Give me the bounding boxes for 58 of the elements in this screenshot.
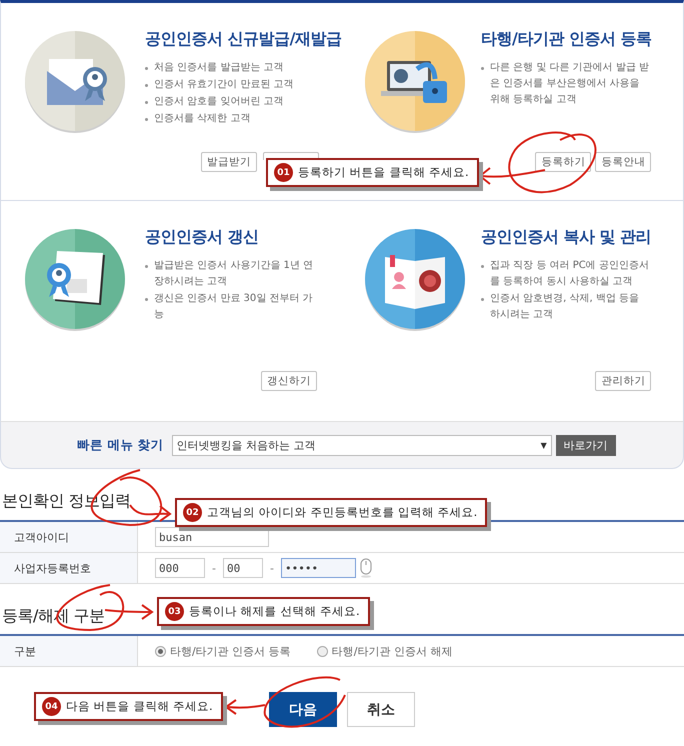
callout-text: 고객님의 아이디와 주민등록번호를 입력해 주세요. (207, 505, 478, 520)
separator-text: - (211, 562, 217, 574)
step-number: 02 (183, 503, 202, 522)
field-label: 고객아이디 (14, 530, 69, 544)
bullet-icon (145, 84, 148, 87)
bullet-text: 발급받은 인증서 사용기간을 1년 연장하시려는 고객 (154, 259, 314, 289)
bullet-text: 갱신은 인증서 만료 30일 전부터 가능 (154, 292, 314, 322)
separator-text: - (268, 562, 275, 574)
go-button[interactable]: 바로가기 (556, 434, 616, 456)
step-number: 03 (165, 602, 184, 621)
card-title: 공인인증서 신규발급/재발급 (145, 29, 342, 50)
bullet-icon (145, 101, 148, 104)
bullet-text: 처음 인증서를 발급받는 고객 (154, 61, 284, 75)
step-number: 01 (274, 163, 293, 182)
field-label: 구분 (14, 644, 36, 658)
quick-menu-label: 빠른 메뉴 찾기 (77, 436, 164, 454)
card-button[interactable]: 등록안내 (595, 152, 652, 172)
number-input-field[interactable]: ••••• (280, 558, 356, 578)
radio-button[interactable] (316, 646, 328, 656)
radio-button[interactable] (155, 646, 166, 656)
card-title: 타행/타기관 인증서 등록 (481, 29, 652, 50)
field-label: 사업자등록번호 (14, 560, 91, 576)
card-button[interactable]: 갱신하기 (261, 371, 317, 391)
radio-label: 타행/타기관 인증서 해제 (332, 644, 452, 658)
bullet-text: 인증서를 삭제한 고객 (154, 112, 250, 126)
card-button[interactable]: 등록하기 (535, 152, 592, 172)
laptop-lock-icon (363, 29, 467, 133)
calendar-icon (23, 227, 127, 331)
card-title: 공인인증서 갱신 (145, 227, 260, 248)
next-button[interactable]: 다음 (269, 692, 337, 727)
bullet-icon (481, 67, 484, 70)
dropdown-arrow: ▼ (540, 440, 547, 450)
bullet-icon (145, 67, 148, 70)
bullet-icon (481, 298, 484, 301)
radio-label: 타행/타기관 인증서 등록 (170, 644, 291, 658)
envelope-icon (23, 29, 127, 133)
bullet-icon (481, 265, 484, 268)
mouse-icon[interactable] (360, 558, 372, 578)
bullet-text: 집과 직장 등 여러 PC에 공인인증서를 등록하여 동시 사용하실 고객 (490, 259, 650, 289)
callout-text: 등록이나 해제를 선택해 주세요. (189, 604, 360, 619)
number-input-field[interactable]: 000 (155, 558, 205, 578)
bullet-text: 다른 은행 및 다른 기관에서 발급 받은 인증서를 부산은행에서 사용을 위해 등록하실 고객 (490, 61, 650, 107)
cancel-button[interactable]: 취소 (347, 692, 415, 727)
bullet-text: 인증서 유효기간이 만료된 고객 (154, 78, 294, 92)
number-input-field[interactable]: 00 (222, 558, 263, 578)
book-icon (363, 227, 467, 331)
card-button[interactable]: 관리하기 (595, 371, 652, 391)
callout-text: 다음 버튼을 클릭해 주세요. (66, 699, 213, 714)
card-button[interactable]: 발급받기 (201, 152, 257, 172)
callout-text: 등록하기 버튼을 클릭해 주세요. (298, 165, 469, 180)
bullet-text: 인증서 암호변경, 삭제, 백업 등을 하시려는 고객 (490, 292, 640, 322)
menu-select[interactable]: 인터넷뱅킹을 처음하는 고객 ▼ (172, 434, 552, 456)
bullet-icon (145, 298, 148, 301)
bullet-text: 인증서 암호를 잊어버린 고객 (154, 95, 284, 109)
bullet-icon (145, 118, 148, 121)
card-title: 공인인증서 복사 및 관리 (481, 227, 652, 248)
bullet-icon (145, 265, 148, 268)
step-number: 04 (42, 697, 61, 716)
